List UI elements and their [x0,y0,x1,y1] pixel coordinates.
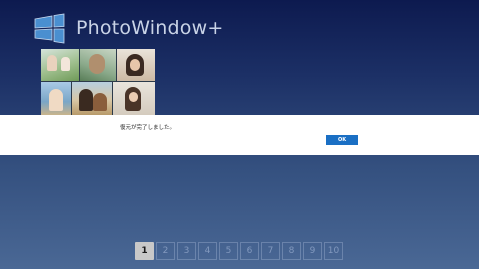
ok-button[interactable]: OK [326,135,358,145]
page-button-3[interactable]: 3 [177,242,196,260]
app-title: PhotoWindow+ [76,17,224,39]
message-dialog: 復元が完了しました。 OK [0,115,479,155]
app-screen: PhotoWindow+ 復元が完了しました。 OK 1 2 3 4 5 6 7… [0,0,479,269]
photo-collage-thumbnail[interactable] [41,49,155,115]
page-button-1[interactable]: 1 [135,242,154,260]
page-button-5[interactable]: 5 [219,242,238,260]
page-button-2[interactable]: 2 [156,242,175,260]
page-button-8[interactable]: 8 [282,242,301,260]
page-button-9[interactable]: 9 [303,242,322,260]
page-button-6[interactable]: 6 [240,242,259,260]
page-button-10[interactable]: 10 [324,242,343,260]
window-tiles-icon [34,13,65,44]
page-button-7[interactable]: 7 [261,242,280,260]
dialog-message: 復元が完了しました。 [120,125,176,131]
page-button-4[interactable]: 4 [198,242,217,260]
